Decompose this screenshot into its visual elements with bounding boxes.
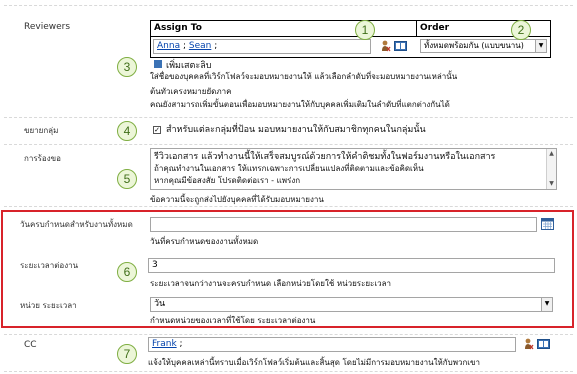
reviewer-separator-1: ; — [211, 41, 218, 51]
cc-label: CC — [24, 340, 37, 350]
dropdown-arrow-icon[interactable]: ▼ — [535, 40, 546, 52]
checkbox-check-icon: ✓ — [154, 126, 160, 134]
request-scrollbar[interactable]: ▲ ▼ — [546, 149, 556, 189]
duration-unit-dropdown[interactable]: วัน ▼ — [150, 297, 553, 312]
callout-1: 1 — [355, 20, 375, 40]
assign-to-people-picker[interactable]: Anna ; Sean ; — [153, 39, 371, 54]
add-stage-link[interactable]: เพิ่มเสตะลิบ — [166, 58, 211, 72]
callout-6: 6 — [117, 262, 137, 282]
duration-unit-label: หน่วย ระยะเวลา — [20, 301, 77, 310]
duration-input[interactable]: 3 — [148, 258, 555, 273]
due-all-date-input[interactable] — [150, 217, 537, 232]
duration-value: 3 — [152, 260, 158, 270]
reviewers-label: Reviewers — [24, 22, 71, 32]
due-all-hint: วันที่ครบกำหนดของงานทั้งหมด — [150, 237, 259, 246]
expand-groups-check-label: สำหรับแต่ละกลุ่มที่ป้อน มอบหมายงานให้กับ… — [166, 125, 426, 135]
callout-4: 4 — [117, 121, 137, 141]
cc-person-0[interactable]: Frank — [152, 339, 177, 349]
request-label: การร้องขอ — [24, 154, 61, 163]
order-dropdown[interactable]: ทั้งหมดพร้อมกัน (แบบขนาน) ▼ — [420, 39, 547, 53]
request-line-0: รีวิวเอกสาร แล้วทำงานนี้ให้เสร็จสมบูรณ์ด… — [154, 152, 496, 162]
request-textarea[interactable]: รีวิวเอกสาร แล้วทำงานนี้ให้เสร็จสมบูรณ์ด… — [150, 148, 557, 190]
add-stage-icon[interactable] — [154, 60, 162, 68]
request-line-1: ถ้าคุณทำงานในเอกสาร ให้แทรกเฉพาะการเปลี่… — [154, 164, 424, 173]
reviewers-help-line-0: ใส่ชื่อของบุคคลที่เวิร์กโฟลว์จะมอบหมายงา… — [150, 72, 458, 81]
expand-groups-label: ขยายกลุ่ม — [24, 126, 59, 135]
callout-7: 7 — [117, 344, 137, 364]
reviewer-person-1[interactable]: Sean — [189, 41, 211, 51]
order-dropdown-value: ทั้งหมดพร้อมกัน (แบบขนาน) — [424, 41, 524, 50]
check-names-icon[interactable] — [381, 40, 392, 52]
reviewers-help-line-2: คณยังสามารถเพิ่มขั้นตอนเพื่อมอบหมายงานให… — [150, 100, 450, 109]
assign-to-header: Assign To — [150, 20, 417, 37]
reviewer-person-0[interactable]: Anna — [157, 41, 180, 51]
address-book-icon[interactable] — [394, 40, 407, 52]
cc-separator-0: ; — [176, 339, 183, 349]
duration-unit-hint: กำหนดหน่วยของเวลาที่ใช้โดย ระยะเวลาต่องา… — [150, 316, 316, 325]
reviewers-help-line-1: ต้นทัวเครงหมายยัดภาค — [150, 87, 232, 96]
expand-groups-checkbox[interactable]: ✓ — [153, 126, 161, 134]
duration-unit-value: วัน — [154, 299, 166, 309]
cc-hint: แจ้งให้บุคคลเหล่านี้ทราบเมื่อเวิร์กโฟลว์… — [148, 358, 480, 367]
address-book-icon[interactable] — [537, 338, 550, 350]
reviewer-separator-0: ; — [180, 41, 189, 51]
callout-5: 5 — [117, 169, 137, 189]
scroll-down-icon[interactable]: ▼ — [547, 180, 556, 188]
scroll-up-icon[interactable]: ▲ — [547, 150, 556, 158]
check-names-icon[interactable] — [524, 338, 535, 350]
request-hint: ข้อความนี้จะถูกส่งไปยังบุคคลที่ได้รับมอบ… — [150, 195, 324, 204]
callout-3: 3 — [117, 57, 137, 77]
duration-label: ระยะเวลาต่องาน — [20, 261, 79, 270]
calendar-icon[interactable] — [541, 218, 554, 230]
cc-people-picker[interactable]: Frank ; — [148, 337, 516, 352]
duration-hint: ระยะเวลาจนกว่างานจะครบกำหนด เลือกหน่วยโด… — [150, 279, 391, 288]
callout-2: 2 — [511, 20, 531, 40]
dropdown-arrow-icon[interactable]: ▼ — [541, 298, 552, 311]
due-all-label: วันครบกำหนดสำหรับงานทั้งหมด — [20, 220, 133, 229]
request-line-2: หากคุณมีข้อสงสัย โปรดติดต่อเรา - แพร่งก — [154, 176, 301, 185]
